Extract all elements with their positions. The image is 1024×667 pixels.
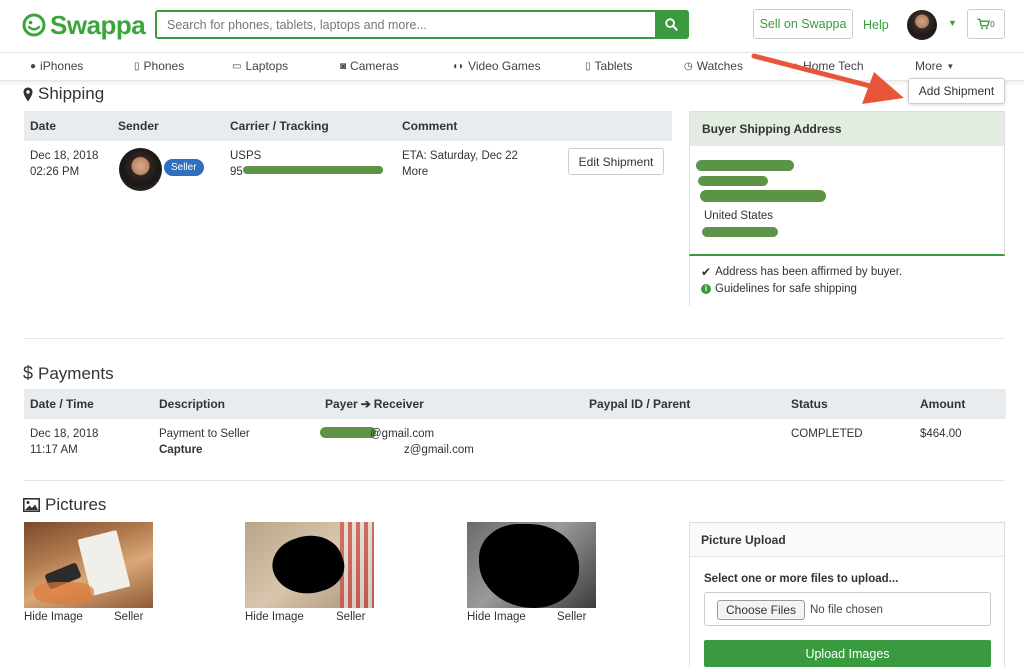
safe-shipping-guidelines-link[interactable]: i Guidelines for safe shipping <box>701 281 857 297</box>
check-icon: ✔ <box>701 265 712 279</box>
picture-thumbnail[interactable] <box>467 522 596 608</box>
apple-icon: ● <box>30 60 37 72</box>
user-avatar[interactable] <box>907 10 937 40</box>
column-status: Status <box>791 397 828 411</box>
brand-name: Swappa <box>50 9 146 40</box>
redaction-scribble <box>479 524 579 608</box>
cart-button[interactable]: 0 <box>967 9 1005 39</box>
redaction-scribble <box>243 166 383 174</box>
address-country: United States <box>704 210 774 222</box>
add-shipment-button[interactable]: Add Shipment <box>908 78 1005 104</box>
buyer-address-heading: Buyer Shipping Address <box>690 112 1004 146</box>
redaction-scribble <box>700 190 826 202</box>
hide-image-link[interactable]: Hide Image <box>245 609 304 625</box>
more-link[interactable]: More <box>402 164 428 180</box>
search-bar <box>155 10 689 39</box>
paper-fill-shape <box>34 582 94 604</box>
column-amount: Amount <box>920 397 966 411</box>
cart-icon <box>977 18 991 30</box>
search-button[interactable] <box>655 12 687 37</box>
column-date: Date <box>30 119 57 133</box>
sender-avatar <box>119 148 162 191</box>
address-affirmed: ✔ Address has been affirmed by buyer. <box>701 265 903 279</box>
picture-thumbnail[interactable] <box>24 522 153 608</box>
redaction-scribble <box>320 427 376 438</box>
annotation-arrow-icon <box>751 53 904 104</box>
dollar-icon: $ <box>23 363 34 383</box>
hide-image-link[interactable]: Hide Image <box>24 609 83 625</box>
gamepad-icon: ◖◗ <box>452 60 465 72</box>
redaction-scribble <box>696 160 794 171</box>
sell-on-swappa-button[interactable]: Sell on Swappa <box>753 9 853 39</box>
edit-shipment-button[interactable]: Edit Shipment <box>568 148 664 175</box>
column-sender: Sender <box>118 119 159 133</box>
payer-email: @gmail.com <box>370 428 435 440</box>
hide-image-link[interactable]: Hide Image <box>467 609 526 625</box>
map-marker-icon <box>23 87 33 101</box>
no-file-chosen-label: No file chosen <box>810 604 883 616</box>
panel-divider <box>689 256 690 306</box>
laptop-icon: ▭ <box>232 60 242 72</box>
picture-role: Seller <box>557 611 587 623</box>
upload-images-button[interactable]: Upload Images <box>704 640 991 667</box>
nav-iphones[interactable]: ● iPhones <box>30 59 83 73</box>
choose-files-button[interactable]: Choose Files <box>717 600 805 620</box>
upload-instruction: Select one or more files to upload... <box>704 573 899 585</box>
picture-role: Seller <box>336 611 366 623</box>
pictures-heading: Pictures <box>23 495 106 515</box>
search-input[interactable] <box>157 12 655 37</box>
redaction-scribble <box>702 227 778 237</box>
column-paypal-id: Paypal ID / Parent <box>589 397 691 411</box>
help-link[interactable]: Help <box>863 18 889 32</box>
arrow-right-icon: ➔ <box>360 397 371 411</box>
camera-icon: ◙ <box>340 60 347 72</box>
payment-status: COMPLETED <box>791 428 863 440</box>
chevron-down-icon[interactable]: ▼ <box>948 18 957 28</box>
payment-datetime: Dec 18, 2018 11:17 AM <box>30 428 99 456</box>
search-icon <box>664 18 678 31</box>
column-payer-receiver: Payer ➔ Receiver <box>325 397 424 411</box>
picture-upload-heading: Picture Upload <box>690 523 1004 557</box>
image-icon <box>23 498 40 512</box>
redaction-scribble <box>265 526 351 604</box>
caret-down-icon: ▼ <box>946 61 955 71</box>
picture-thumbnail[interactable] <box>245 522 374 608</box>
payments-heading: $ Payments <box>23 363 114 383</box>
nav-video-games[interactable]: ◖◗ Video Games <box>452 59 541 73</box>
redaction-scribble <box>698 176 768 186</box>
shipment-carrier: USPS <box>230 150 262 162</box>
seller-badge: Seller <box>164 159 204 176</box>
tablet-icon: ▯ <box>585 60 591 72</box>
payment-description: Payment to Seller Capture <box>159 428 250 456</box>
column-date-time: Date / Time <box>30 397 94 411</box>
tracking-number-link[interactable]: 95 <box>230 164 243 180</box>
nav-more[interactable]: More ▼ <box>915 59 954 73</box>
nav-laptops[interactable]: ▭ Laptops <box>232 59 288 73</box>
nav-tablets[interactable]: ▯ Tablets <box>585 59 633 73</box>
info-circle-icon: i <box>701 284 711 294</box>
nav-cameras[interactable]: ◙ Cameras <box>340 59 399 73</box>
picture-role: Seller <box>114 611 144 623</box>
clock-icon: ◷ <box>684 60 693 72</box>
swappa-logo[interactable]: Swappa <box>22 9 146 40</box>
section-divider <box>24 338 1005 339</box>
payment-amount: $464.00 <box>920 428 962 440</box>
column-description: Description <box>159 397 226 411</box>
section-divider <box>24 480 1005 481</box>
cart-count: 0 <box>990 19 995 29</box>
shipment-date: Dec 18, 2018 02:26 PM <box>30 150 99 178</box>
column-comment: Comment <box>402 119 458 133</box>
swappa-logo-icon <box>22 13 46 37</box>
phone-icon: ▯ <box>134 60 140 72</box>
receiver-email: z@gmail.com <box>404 444 474 456</box>
shipping-heading: Shipping <box>23 84 104 104</box>
column-carrier-tracking: Carrier / Tracking <box>230 119 329 133</box>
nav-watches[interactable]: ◷ Watches <box>684 59 743 73</box>
nav-phones[interactable]: ▯ Phones <box>134 59 184 73</box>
label-stripes-shape <box>340 522 374 608</box>
shipment-eta: ETA: Saturday, Dec 22 <box>402 150 518 162</box>
